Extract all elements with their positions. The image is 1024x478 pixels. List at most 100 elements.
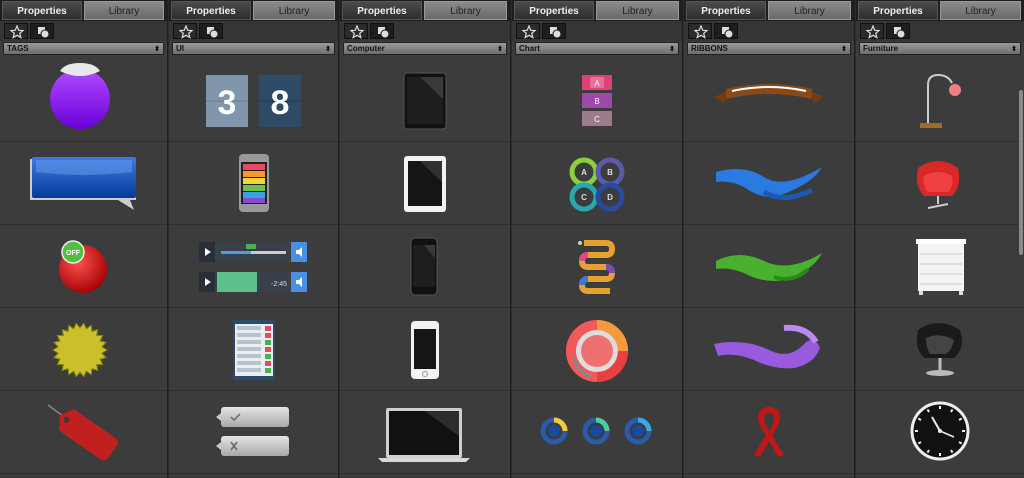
tab-library[interactable]: Library: [253, 1, 335, 20]
item-white-smartphone[interactable]: [340, 308, 510, 391]
select-arrows-icon: ⬍: [1011, 46, 1017, 53]
item-snake-timeline[interactable]: [512, 225, 682, 308]
category-select-value: Computer: [347, 44, 385, 53]
item-red-off-button[interactable]: OFF: [0, 225, 167, 308]
tab-library[interactable]: Library: [424, 1, 507, 20]
tab-library[interactable]: Library: [940, 1, 1021, 20]
library-panel-ribbons: Properties Library RIBBONS ⬍: [684, 0, 855, 478]
favorites-button[interactable]: [344, 23, 368, 39]
tab-properties[interactable]: Properties: [686, 1, 766, 20]
item-media-player-sliders[interactable]: -2:45: [169, 225, 338, 308]
category-select[interactable]: Furniture ⬍: [859, 42, 1021, 55]
tab-library[interactable]: Library: [596, 1, 679, 20]
library-toolbar: [512, 21, 682, 41]
item-purple-wavy-ribbon[interactable]: [684, 308, 854, 391]
select-arrows-icon: ⬍: [669, 46, 675, 53]
shapes-icon: [207, 27, 219, 39]
item-laptop[interactable]: [340, 391, 510, 474]
item-wall-clock[interactable]: [856, 391, 1024, 474]
shapes-icon: [722, 27, 734, 39]
item-red-egg-chair[interactable]: [856, 142, 1024, 225]
tab-properties[interactable]: Properties: [2, 1, 82, 20]
item-grid: [340, 59, 510, 478]
favorites-button[interactable]: [860, 23, 884, 39]
category-select-value: UI: [176, 44, 184, 53]
favorites-button[interactable]: [173, 23, 197, 39]
item-white-tablet[interactable]: [340, 142, 510, 225]
category-select[interactable]: RIBBONS ⬍: [687, 42, 851, 55]
select-arrows-icon: ⬍: [325, 46, 331, 53]
flip-digit: 8: [271, 84, 290, 122]
item-purple-circle-tag[interactable]: [0, 59, 167, 142]
flip-digit: 3: [218, 84, 237, 122]
item-settings-list-panel[interactable]: [169, 308, 338, 391]
item-grid: [684, 59, 854, 478]
item-green-wavy-ribbon[interactable]: [684, 225, 854, 308]
item-donut-chart[interactable]: [512, 308, 682, 391]
shapes-button[interactable]: [370, 23, 394, 39]
shapes-button[interactable]: [30, 23, 54, 39]
chart-label: C: [594, 115, 600, 124]
tab-library[interactable]: Library: [768, 1, 851, 20]
shapes-icon: [378, 27, 390, 39]
category-select[interactable]: TAGS ⬍: [3, 42, 164, 55]
item-red-awareness-ribbon[interactable]: [684, 391, 854, 474]
shapes-button[interactable]: [542, 23, 566, 39]
shapes-icon: [894, 27, 906, 39]
tab-properties[interactable]: Properties: [171, 1, 251, 20]
select-arrows-icon: ⬍: [841, 46, 847, 53]
category-select-value: Chart: [519, 44, 540, 53]
tab-properties[interactable]: Properties: [858, 1, 938, 20]
library-panel-chart: Properties Library Chart ⬍ ABC ABCD: [512, 0, 683, 478]
item-brown-banner-ribbon[interactable]: [684, 59, 854, 142]
item-grid: ABC ABCD: [512, 59, 682, 478]
shapes-button[interactable]: [199, 23, 223, 39]
item-icon-progress-rings[interactable]: [512, 391, 682, 474]
item-flip-counter[interactable]: 38: [169, 59, 338, 142]
select-arrows-icon: ⬍: [497, 46, 503, 53]
item-floor-lamp[interactable]: [856, 59, 1024, 142]
panel-tabs: Properties Library: [856, 0, 1024, 21]
item-black-tablet[interactable]: [340, 59, 510, 142]
panel-tabs: Properties Library: [684, 0, 854, 21]
item-yellow-starburst-seal[interactable]: [0, 308, 167, 391]
category-select-value: RIBBONS: [691, 44, 728, 53]
category-select-value: Furniture: [863, 44, 899, 53]
item-black-smartphone[interactable]: [340, 225, 510, 308]
item-white-dresser[interactable]: [856, 225, 1024, 308]
tab-properties[interactable]: Properties: [342, 1, 422, 20]
favorites-button[interactable]: [688, 23, 712, 39]
library-panel-computer: Properties Library Computer ⬍: [340, 0, 511, 478]
off-label: OFF: [66, 250, 81, 257]
shapes-button[interactable]: [886, 23, 910, 39]
select-arrows-icon: ⬍: [154, 46, 160, 53]
star-icon: [694, 25, 708, 39]
star-icon: [10, 25, 24, 39]
favorites-button[interactable]: [4, 23, 28, 39]
tab-properties[interactable]: Properties: [514, 1, 594, 20]
item-smartphone-app-list[interactable]: [169, 142, 338, 225]
tab-library[interactable]: Library: [84, 1, 164, 20]
item-abcd-circle-diagram[interactable]: A B C D: [512, 142, 682, 225]
category-select[interactable]: Computer ⬍: [343, 42, 507, 55]
media-time-readout: -2:45: [271, 281, 287, 288]
category-select[interactable]: Chart ⬍: [515, 42, 679, 55]
item-blue-speech-bubble[interactable]: [0, 142, 167, 225]
item-grid: OFF: [0, 59, 167, 478]
star-icon: [866, 25, 880, 39]
item-black-swivel-chair[interactable]: [856, 308, 1024, 391]
category-select[interactable]: UI ⬍: [172, 42, 335, 55]
star-icon: [522, 25, 536, 39]
item-abc-stacked-labels[interactable]: ABC: [512, 59, 682, 142]
panel-tabs: Properties Library: [0, 0, 167, 21]
item-blue-wavy-ribbon[interactable]: [684, 142, 854, 225]
library-panel-furniture: Properties Library Furniture ⬍: [856, 0, 1024, 478]
library-toolbar: [0, 21, 167, 41]
shapes-button[interactable]: [714, 23, 738, 39]
item-red-luggage-tag[interactable]: [0, 391, 167, 474]
chart-label: A: [594, 79, 600, 88]
favorites-button[interactable]: [516, 23, 540, 39]
shapes-icon: [38, 27, 50, 39]
vertical-scrollbar[interactable]: [1019, 90, 1023, 255]
item-gray-buttons[interactable]: [169, 391, 338, 474]
